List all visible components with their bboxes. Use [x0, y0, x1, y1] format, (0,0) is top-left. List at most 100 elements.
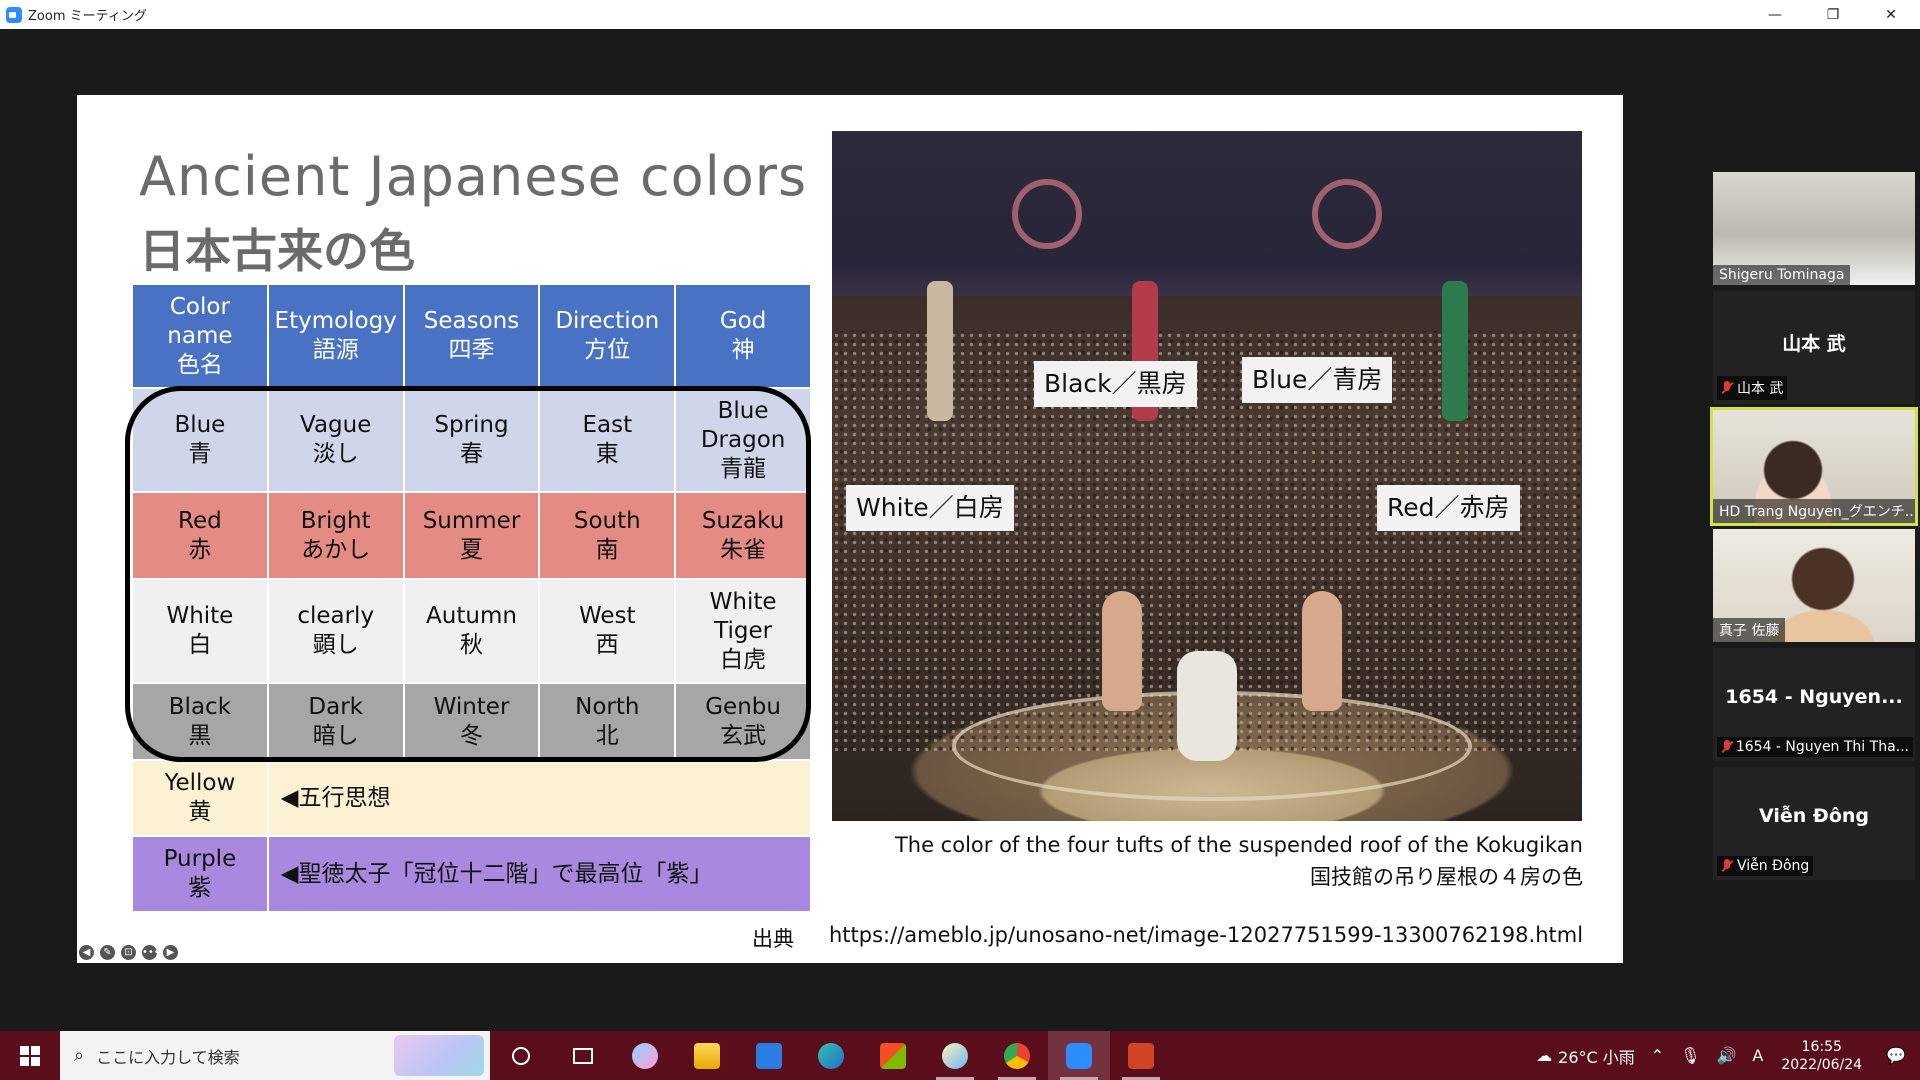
photo-caption-japanese: 国技館の吊り屋根の４房の色 [1310, 865, 1583, 889]
wrestler-figure [1102, 591, 1142, 711]
cortana-icon [512, 1046, 530, 1065]
participant-tile[interactable]: 山本 武 山本 武 [1713, 291, 1915, 404]
participant-name: HD Trang Nguyen_グエンチ... [1713, 499, 1915, 523]
more-icon[interactable]: ••• [142, 945, 160, 960]
table-cell: Autumn 秋 [402, 578, 541, 684]
taskbar-app-paint3d[interactable] [614, 1031, 676, 1080]
table-cell: Bright あかし [266, 491, 405, 580]
table-cell: Purple 紫 [131, 835, 269, 913]
source-url: https://ameblo.jp/unosano-net/image-1202… [829, 923, 1584, 947]
participant-name-tag: Viễn Đông [1717, 856, 1814, 876]
cloud-rain-icon: ☁ [1536, 1046, 1553, 1065]
table-cell: East 東 [538, 387, 677, 493]
window-title: Zoom ミーティング [28, 9, 147, 24]
table-cell: North 北 [538, 682, 677, 761]
header-god: God 神 [674, 283, 812, 389]
participant-tile[interactable]: 1654 - Nguyen... 1654 - Nguyen Thi Tha..… [1713, 648, 1915, 761]
participant-tile[interactable]: Viễn Đông Viễn Đông [1713, 767, 1915, 880]
clock[interactable]: 16:55 2022/06/24 [1771, 1038, 1872, 1074]
taskbar-app-mail[interactable] [738, 1031, 800, 1080]
notifications-button[interactable]: 💬 [1872, 1046, 1920, 1065]
colors-table: Color name 色名 Etymology 語源 Seasons 四季 Direct… [131, 283, 813, 913]
volume-button[interactable]: 🔊 [1709, 1046, 1745, 1065]
participant-tile[interactable]: Shigeru Tominaga [1713, 172, 1915, 285]
table-row-black: Black 黒 Dark 暗し Winter 冬 North 北 Genbu 玄武 [131, 682, 812, 761]
participant-name: Shigeru Tominaga [1713, 265, 1851, 285]
windows-taskbar: ⌕ ここに入力して検索 ☁ 26°C 小雨 ⌃ 🎙 🔊 A 16:55 2022… [0, 1031, 1920, 1080]
microphone-button[interactable]: 🎙 [1672, 1046, 1708, 1065]
taskbar-app-powerpoint[interactable] [1110, 1031, 1172, 1080]
crest-icon [1312, 179, 1382, 249]
mic-muted-icon [1721, 740, 1732, 754]
task-view-button[interactable] [552, 1031, 614, 1080]
taskbar-app-edge[interactable] [800, 1031, 862, 1080]
table-cell: Summer 夏 [402, 491, 541, 580]
table-cell: clearly 顕し [266, 578, 405, 684]
clock-date: 2022/06/24 [1781, 1056, 1863, 1073]
slide-title-japanese: 日本古来の色 [139, 224, 415, 278]
white-tuft [927, 281, 953, 421]
meeting-area: Ancient Japanese colors 日本古来の色 Color name… [0, 29, 1920, 1031]
system-tray: ☁ 26°C 小雨 ⌃ 🎙 🔊 A 16:55 2022/06/24 💬 [1528, 1031, 1920, 1080]
label-black-tuft: Black／黒房 [1034, 361, 1197, 407]
table-row-yellow: Yellow 黄 ◀五行思想 [131, 759, 813, 837]
window-title-bar: Zoom ミーティング — ❐ ✕ [0, 0, 1920, 29]
table-cell: Suzaku 朱雀 [674, 491, 812, 580]
header-etymology: Etymology 語源 [266, 283, 405, 389]
search-highlight-image [394, 1035, 484, 1076]
zoom-icon [1066, 1042, 1092, 1069]
table-cell: South 南 [538, 491, 677, 580]
taskbar-app-chrome[interactable] [986, 1031, 1048, 1080]
table-cell: Red 赤 [131, 491, 269, 580]
participant-tile-active-speaker[interactable]: HD Trang Nguyen_グエンチ... [1710, 407, 1918, 526]
table-row-blue: Blue 青 Vague 淡し Spring 春 East 東 Blue Dragon 青龍 [131, 387, 812, 493]
taskbar-search-box[interactable]: ⌕ ここに入力して検索 [60, 1031, 490, 1080]
pen-icon[interactable]: ✎ [100, 945, 115, 960]
paint-icon [632, 1042, 658, 1069]
close-button[interactable]: ✕ [1862, 0, 1920, 29]
source-label: 出典 [752, 927, 794, 951]
cortana-button[interactable] [490, 1031, 552, 1080]
store-icon [880, 1042, 906, 1069]
start-button[interactable] [0, 1031, 60, 1080]
taskbar-app-paint[interactable] [924, 1031, 986, 1080]
label-white-tuft: White／白房 [846, 485, 1014, 531]
table-header-row: Color name 色名 Etymology 語源 Seasons 四季 Direct… [131, 283, 812, 389]
header-direction: Direction 方位 [538, 283, 677, 389]
table-cell: Spring 春 [402, 387, 541, 493]
search-placeholder: ここに入力して検索 [96, 1047, 240, 1067]
shared-slide: Ancient Japanese colors 日本古来の色 Color name… [77, 95, 1623, 963]
table-cell: Dark 暗し [266, 682, 405, 761]
label-blue-tuft: Blue／青房 [1242, 357, 1393, 403]
show-hidden-icons-button[interactable]: ⌃ [1643, 1046, 1672, 1065]
taskbar-app-store[interactable] [862, 1031, 924, 1080]
table-cell: Yellow 黄 [131, 759, 269, 837]
subtitle-icon[interactable]: ⊡ [121, 945, 136, 960]
referee-figure [1177, 651, 1237, 761]
table-cell: Blue 青 [131, 387, 269, 493]
prev-slide-icon[interactable]: ◀ [79, 945, 94, 960]
window-controls: — ❐ ✕ [1746, 0, 1920, 29]
table-cell: White 白 [131, 578, 269, 684]
maximize-button[interactable]: ❐ [1804, 0, 1862, 29]
weather-widget[interactable]: ☁ 26°C 小雨 [1528, 1044, 1643, 1068]
participant-name-tag: 1654 - Nguyen Thi Tha... [1717, 737, 1913, 757]
taskbar-app-explorer[interactable] [676, 1031, 738, 1080]
speaker-icon: 🔊 [1716, 1046, 1737, 1065]
next-slide-icon[interactable]: ▶ [163, 945, 178, 960]
taskbar-app-zoom[interactable] [1048, 1031, 1110, 1080]
minimize-button[interactable]: — [1746, 0, 1804, 29]
table-row-white: White 白 clearly 顕し Autumn 秋 West 西 White Tige… [131, 578, 812, 684]
ime-mode-button[interactable]: A [1744, 1046, 1771, 1065]
powerpoint-icon [1128, 1042, 1154, 1069]
suspended-roof [832, 131, 1582, 296]
participant-tile[interactable]: 真子 佐藤 [1713, 529, 1915, 642]
table-cell: Blue Dragon 青龍 [674, 387, 812, 493]
search-icon: ⌕ [74, 1045, 85, 1066]
mic-muted-icon [1721, 859, 1733, 873]
header-color-name: Color name 色名 [131, 283, 269, 389]
palette-icon [942, 1042, 968, 1069]
wrestler-figure [1302, 591, 1342, 711]
table-row-red: Red 赤 Bright あかし Summer 夏 South 南 Suzaku 朱雀 [131, 491, 812, 580]
table-cell: Genbu 玄武 [674, 682, 812, 761]
